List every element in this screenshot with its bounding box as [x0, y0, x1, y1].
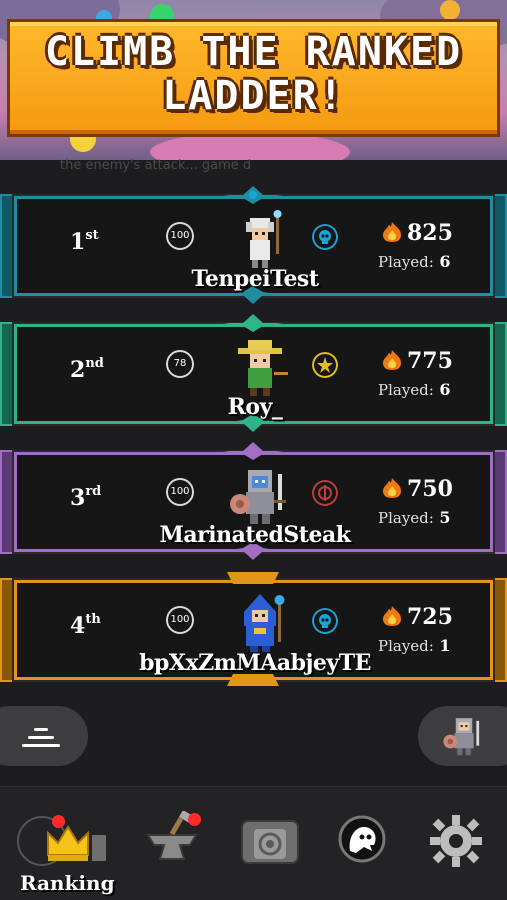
- row-frame-right: [493, 450, 507, 554]
- row-frame-right: [493, 194, 507, 298]
- games-played: Played: 5: [378, 508, 451, 527]
- flame-trophy-icon: [383, 222, 401, 242]
- player-name: Roy_: [227, 394, 283, 420]
- armored-knight-avatar-icon: [230, 470, 286, 524]
- row-frame-right: [493, 578, 507, 682]
- rune-class-icon: [312, 480, 338, 506]
- ranking-row[interactable]: 1st 100 TenpeiTest 825 Played: 6: [0, 186, 507, 304]
- portal-gate-icon: [241, 820, 299, 864]
- banner-title-line2: LADDER!: [162, 73, 345, 119]
- rank-position: 2nd: [70, 356, 104, 383]
- banner-title: CLIMB THE RANKED LADDER!: [0, 30, 507, 118]
- games-played: Played: 1: [378, 636, 451, 655]
- nav-item-portal[interactable]: [226, 805, 306, 885]
- row-frame-left: [0, 578, 14, 682]
- player-level-badge: 100: [166, 478, 194, 506]
- filter-lines-icon: [34, 728, 48, 731]
- player-level-badge: 100: [166, 606, 194, 634]
- player-avatar-icon: [443, 718, 480, 756]
- ranking-row[interactable]: 2nd 78 Roy_ 775 Played: 6: [0, 314, 507, 432]
- guild-ghost-icon: [338, 815, 386, 863]
- nav-item-settings[interactable]: [416, 805, 496, 885]
- games-played: Played: 6: [378, 380, 451, 399]
- rank-position: 3rd: [70, 484, 102, 511]
- nav-item-forge[interactable]: [130, 805, 210, 885]
- flame-trophy-icon: [383, 350, 401, 370]
- banner-coin: [440, 0, 460, 20]
- blue-hooded-mage-avatar-icon: [244, 594, 285, 652]
- row-frame-left: [0, 450, 14, 554]
- filter-button[interactable]: [0, 706, 88, 766]
- nav-item-ranking[interactable]: Ranking: [6, 805, 115, 895]
- frame-crest-icon: [223, 442, 283, 460]
- row-frame-left: [0, 322, 14, 426]
- bottom-navigation: Ranking: [0, 786, 507, 900]
- ranking-row[interactable]: 3rd 100 MarinatedSteak 750 Played: 5: [0, 442, 507, 560]
- frame-crest-icon: [227, 572, 279, 584]
- player-name: bpXxZmMAabjeyTE: [139, 650, 371, 676]
- star-class-icon: [312, 352, 338, 378]
- player-level-badge: 78: [166, 350, 194, 378]
- rank-position: 4th: [70, 612, 101, 639]
- obscured-text: the enemy's attack... game d: [60, 158, 252, 173]
- player-profile-button[interactable]: [418, 706, 507, 766]
- skull-class-icon: [312, 608, 338, 634]
- ranking-row[interactable]: 4th 100 bpXxZmMAabjeyTE 725 Played: 1: [0, 570, 507, 688]
- banner-title-line1: CLIMB THE RANKED: [44, 29, 463, 75]
- rank-score: 775: [380, 348, 490, 374]
- banner-ground: [150, 132, 350, 160]
- player-level-badge: 100: [166, 222, 194, 250]
- player-name: MarinatedSteak: [159, 522, 351, 548]
- white-haired-mage-avatar-icon: [246, 210, 282, 268]
- frame-crest-icon: [223, 314, 283, 332]
- notification-dot: [188, 813, 201, 826]
- filter-lines-icon: [22, 744, 60, 747]
- flame-trophy-icon: [383, 478, 401, 498]
- games-played: Played: 6: [378, 252, 451, 271]
- flame-trophy-icon: [383, 606, 401, 626]
- frame-crest-icon: [223, 186, 283, 204]
- player-name: TenpeiTest: [191, 266, 319, 292]
- skull-class-icon: [312, 224, 338, 250]
- row-frame-right: [493, 322, 507, 426]
- filter-lines-icon: [28, 736, 54, 739]
- gear-icon: [430, 815, 482, 867]
- row-frame-left: [0, 194, 14, 298]
- straw-hat-ranger-avatar-icon: [238, 340, 288, 396]
- promo-banner: CLIMB THE RANKED LADDER!: [0, 0, 507, 160]
- rank-score: 725: [380, 604, 490, 630]
- rank-score: 750: [380, 476, 490, 502]
- nav-item-guild[interactable]: [324, 805, 404, 885]
- rank-position: 1st: [70, 228, 99, 255]
- rank-score: 825: [380, 220, 490, 246]
- notification-dot: [52, 815, 65, 828]
- nav-label-ranking: Ranking: [20, 871, 115, 895]
